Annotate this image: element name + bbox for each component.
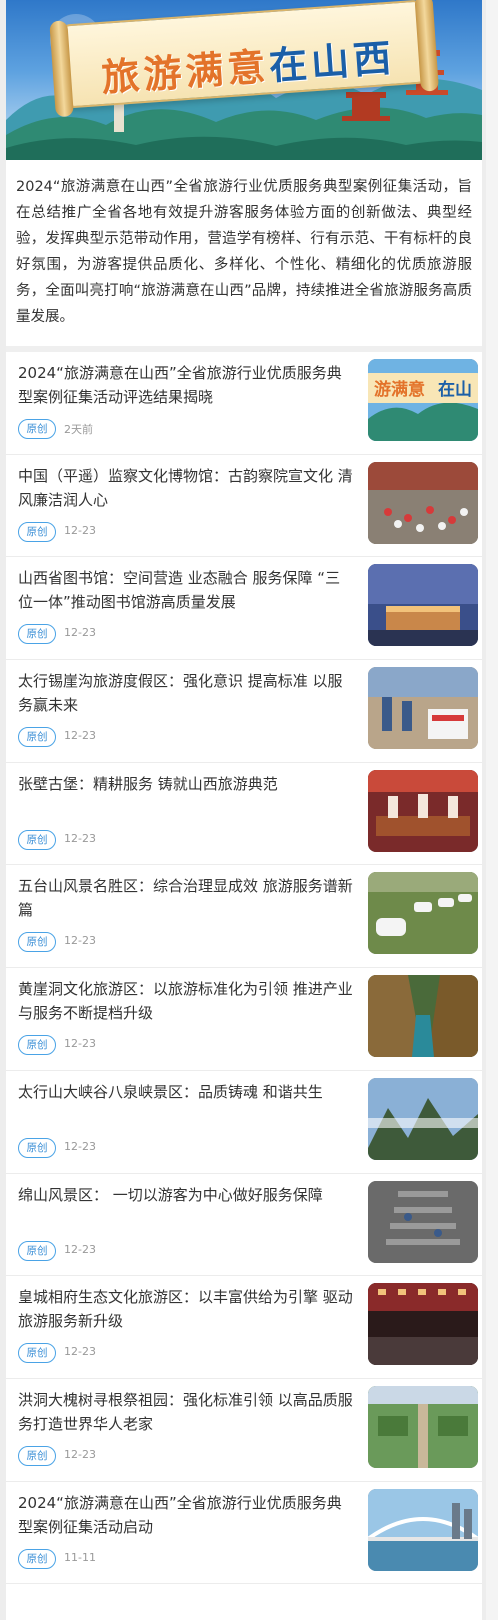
article-item[interactable]: 黄崖洞文化旅游区：以旅游标准化为引领 推进产业与服务不断提档升级原创 12-23 xyxy=(6,968,482,1071)
article-date: 12-23 xyxy=(64,523,96,537)
article-thumbnail[interactable] xyxy=(368,564,478,647)
original-badge: 原创 xyxy=(18,1035,56,1056)
article-thumbnail[interactable] xyxy=(368,461,478,544)
article-thumbnail[interactable] xyxy=(368,1488,478,1571)
article-thumbnail[interactable]: 游满意 在山 xyxy=(368,359,478,441)
article-date: 2天前 xyxy=(64,423,93,436)
svg-text:游满意: 游满意 xyxy=(374,379,425,400)
article-item[interactable]: 皇城相府生态文化旅游区：以丰富供给为引擎 驱动旅游服务新升级原创 12-23 xyxy=(6,1276,482,1379)
article-title[interactable]: 黄崖洞文化旅游区：以旅游标准化为引领 推进产业与服务不断提档升级 xyxy=(18,977,354,1025)
article-date: 12-23 xyxy=(64,729,96,743)
original-badge: 原创 xyxy=(18,1137,56,1158)
article-date: 12-23 xyxy=(64,934,96,948)
article-title[interactable]: 皇城相府生态文化旅游区：以丰富供给为引擎 驱动旅游服务新升级 xyxy=(18,1285,354,1333)
article-date: 12-23 xyxy=(64,626,96,640)
article-title[interactable]: 2024“旅游满意在山西”全省旅游行业优质服务典型案例征集活动启动 xyxy=(18,1491,354,1539)
original-badge: 原创 xyxy=(18,829,56,850)
intro-paragraph: 2024“旅游满意在山西”全省旅游行业优质服务典型案例征集活动，旨在总结推广全省… xyxy=(6,160,482,346)
article-thumbnail[interactable] xyxy=(368,1180,478,1263)
article-item[interactable]: 张壁古堡：精耕服务 铸就山西旅游典范 原创 12-23 xyxy=(6,763,482,866)
article-title[interactable]: 五台山风景名胜区：综合治理显成效 旅游服务谱新篇 xyxy=(18,874,354,922)
original-badge: 原创 xyxy=(18,1240,56,1261)
article-thumbnail[interactable] xyxy=(368,1077,478,1160)
article-title[interactable]: 太行山大峡谷八泉峡景区：品质铸魂 和谐共生 xyxy=(18,1080,354,1104)
article-date: 12-23 xyxy=(64,831,96,845)
original-badge: 原创 xyxy=(18,1548,56,1569)
article-item[interactable]: 五台山风景名胜区：综合治理显成效 旅游服务谱新篇原创 12-23 xyxy=(6,865,482,969)
page: 旅游满意在山西 2024“旅游满意在山西”全省旅游行业优质服务典型案例征集活动，… xyxy=(6,0,482,1620)
article-list: 2024“旅游满意在山西”全省旅游行业优质服务典型案例征集活动评选结果揭晓 原创 2… xyxy=(6,352,482,1585)
original-badge: 原创 xyxy=(18,932,56,953)
original-badge: 原创 xyxy=(18,624,56,645)
article-item[interactable]: 洪洞大槐树寻根祭祖园：强化标准引领 以高品质服务打造世界华人老家原创 12-23 xyxy=(6,1379,482,1482)
article-title[interactable]: 洪洞大槐树寻根祭祖园：强化标准引领 以高品质服务打造世界华人老家 xyxy=(18,1388,354,1436)
article-thumbnail[interactable] xyxy=(368,667,478,750)
article-date: 12-23 xyxy=(64,1242,96,1256)
article-thumbnail[interactable] xyxy=(368,872,478,955)
article-title[interactable]: 张壁古堡：精耕服务 铸就山西旅游典范 xyxy=(18,772,354,796)
article-item[interactable]: 2024“旅游满意在山西”全省旅游行业优质服务典型案例征集活动启动原创 11-11 xyxy=(6,1482,482,1585)
article-title[interactable]: 2024“旅游满意在山西”全省旅游行业优质服务典型案例征集活动评选结果揭晓 xyxy=(18,361,354,409)
article-thumbnail[interactable] xyxy=(368,1385,478,1468)
original-badge: 原创 xyxy=(18,521,56,542)
article-title[interactable]: 太行锡崖沟旅游度假区：强化意识 提高标准 以服务赢未来 xyxy=(18,669,354,717)
article-thumbnail[interactable] xyxy=(368,769,478,852)
article-thumbnail[interactable] xyxy=(368,1283,478,1366)
campaign-banner[interactable]: 旅游满意在山西 xyxy=(6,0,482,160)
article-item[interactable]: 绵山风景区： 一切以游客为中心做好服务保障 原创 12-23 xyxy=(6,1174,482,1277)
svg-text:在山: 在山 xyxy=(438,379,472,400)
article-item[interactable]: 2024“旅游满意在山西”全省旅游行业优质服务典型案例征集活动评选结果揭晓原创 2… xyxy=(6,352,482,455)
article-item[interactable]: 中国（平遥）监察文化博物馆：古韵察院宣文化 清风廉洁润人心原创 12-23 xyxy=(6,455,482,558)
article-date: 12-23 xyxy=(64,1037,96,1051)
article-thumbnail[interactable] xyxy=(368,975,478,1058)
original-badge: 原创 xyxy=(18,727,56,748)
article-item[interactable]: 太行锡崖沟旅游度假区：强化意识 提高标准 以服务赢未来原创 12-23 xyxy=(6,660,482,763)
article-title[interactable]: 中国（平遥）监察文化博物馆：古韵察院宣文化 清风廉洁润人心 xyxy=(18,464,354,512)
article-date: 12-23 xyxy=(64,1345,96,1359)
article-item[interactable]: 山西省图书馆：空间营造 业态融合 服务保障 “三位一体”推动图书馆游高质量发展原… xyxy=(6,557,482,661)
article-date: 12-23 xyxy=(64,1139,96,1153)
original-badge: 原创 xyxy=(18,1343,56,1364)
page-scrollbar[interactable] xyxy=(486,0,498,1620)
article-item[interactable]: 太行山大峡谷八泉峡景区：品质铸魂 和谐共生 原创 12-23 xyxy=(6,1071,482,1174)
original-badge: 原创 xyxy=(18,419,56,439)
article-date: 11-11 xyxy=(64,1550,96,1564)
article-date: 12-23 xyxy=(64,1447,96,1461)
original-badge: 原创 xyxy=(18,1445,56,1466)
article-title[interactable]: 山西省图书馆：空间营造 业态融合 服务保障 “三位一体”推动图书馆游高质量发展 xyxy=(18,566,354,614)
article-title[interactable]: 绵山风景区： 一切以游客为中心做好服务保障 xyxy=(18,1183,354,1207)
